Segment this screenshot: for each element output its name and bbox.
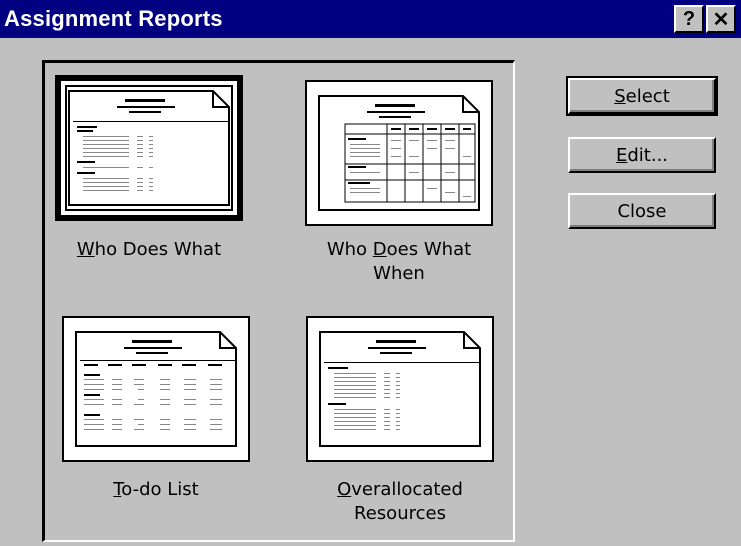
caption-text: oes What bbox=[386, 239, 472, 260]
caption-text: verallocated bbox=[351, 479, 463, 500]
help-button[interactable]: ? bbox=[674, 5, 704, 33]
accel-key: S bbox=[614, 85, 626, 107]
report-who-does-what-when[interactable] bbox=[305, 80, 493, 226]
list-report-icon bbox=[75, 331, 237, 447]
close-icon: ✕ bbox=[712, 8, 730, 31]
grid-report-icon bbox=[318, 95, 480, 211]
accel-key: D bbox=[372, 239, 387, 260]
report-caption-who-does-what[interactable]: Who Does What bbox=[55, 238, 243, 262]
report-caption-to-do-list[interactable]: To-do List bbox=[62, 478, 250, 502]
button-label: dit... bbox=[627, 144, 669, 166]
report-caption-overallocated-resources[interactable]: Overallocated Resources bbox=[286, 478, 514, 526]
close-window-button[interactable]: ✕ bbox=[706, 5, 736, 33]
caption-text: o-do List bbox=[121, 479, 199, 500]
button-label: elect bbox=[625, 85, 670, 107]
report-list-panel: Who Does What Who Does What When To-do L… bbox=[42, 60, 515, 542]
button-label: Close bbox=[617, 200, 667, 222]
caption-text: ho Does What bbox=[94, 239, 222, 260]
title-bar: Assignment Reports ? ✕ bbox=[0, 0, 741, 38]
caption-line-2: When bbox=[373, 263, 425, 284]
report-to-do-list[interactable] bbox=[62, 316, 250, 462]
select-button[interactable]: Select bbox=[566, 76, 718, 116]
accel-key: E bbox=[615, 144, 628, 166]
overallocated-report-icon bbox=[319, 331, 481, 447]
simple-report-icon bbox=[68, 90, 230, 206]
accel-key: O bbox=[337, 479, 352, 500]
question-icon: ? bbox=[682, 7, 696, 30]
report-who-does-what[interactable] bbox=[55, 75, 243, 221]
edit-button[interactable]: Edit... bbox=[568, 137, 716, 173]
report-overallocated-resources[interactable] bbox=[306, 316, 494, 462]
caption-line-2: Resources bbox=[354, 503, 446, 524]
report-caption-who-does-what-when[interactable]: Who Does What When bbox=[285, 238, 513, 286]
window-title: Assignment Reports bbox=[4, 6, 223, 31]
close-button[interactable]: Close bbox=[568, 193, 716, 229]
accel-key: W bbox=[76, 239, 95, 260]
caption-text: Who bbox=[326, 239, 373, 260]
